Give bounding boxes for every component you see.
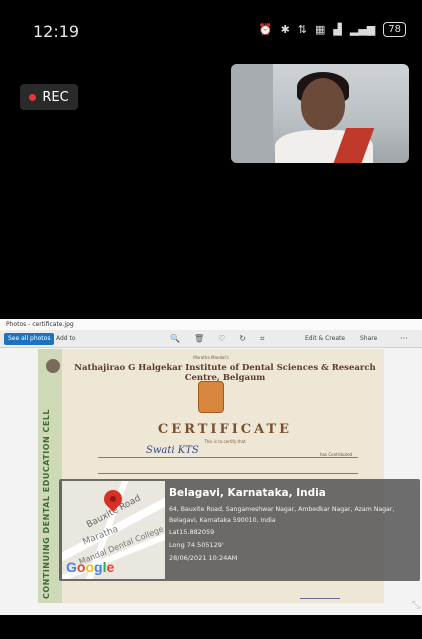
google-logo-letter: G: [66, 559, 77, 575]
certificate-detail-line: [98, 473, 358, 474]
certificate-title: CERTIFICATE: [157, 422, 293, 437]
record-dot-icon: [29, 93, 37, 101]
bluetooth-icon: ✱: [280, 23, 290, 36]
crop-icon[interactable]: ⌗: [260, 333, 265, 345]
google-logo-letter: o: [85, 559, 95, 575]
photos-window-title: Photos - certificate.jpg: [0, 319, 422, 330]
photo-tools: 🔍 🗑 ♡ ↻ ⌗: [170, 333, 265, 345]
volte-icon: ▦: [315, 23, 326, 36]
institution-emblem-icon: [198, 381, 224, 413]
see-all-photos-button[interactable]: See all photos: [4, 333, 55, 345]
location-map: Bauxite Road Maratha Mandal Dental Colle…: [62, 481, 165, 579]
certificate-contributed-text: has Contributed: [320, 452, 353, 457]
status-icons: ⏰ ✱ ⇅ ▦ ▟ ▂▄▆ 78: [259, 22, 406, 37]
zoom-icon[interactable]: 🔍: [170, 333, 180, 345]
edit-create-button[interactable]: Edit & Create: [305, 333, 345, 345]
geotag-city: Belagavi, Karnataka, India: [169, 487, 326, 499]
google-logo-letter: e: [106, 559, 115, 575]
resize-icon[interactable]: ⤡: [412, 600, 420, 611]
certificate-institution: Nathajirao G Halgekar Institute of Denta…: [74, 363, 376, 383]
status-bar: 12:19 ⏰ ✱ ⇅ ▦ ▟ ▂▄▆ 78: [0, 0, 422, 60]
share-button[interactable]: Share: [360, 333, 377, 345]
alarm-icon: ⏰: [258, 23, 273, 36]
location-pin-center: [110, 496, 116, 502]
geotag-latitude: Lat15.882059: [169, 528, 215, 536]
signature: [300, 589, 340, 599]
geotag-datetime: 28/06/2021 10:24AM: [169, 554, 238, 562]
certificate-recipient-name: Swati KTS: [146, 445, 199, 456]
certificate-name-line: [98, 457, 358, 458]
participant-video-tile[interactable]: [231, 64, 409, 163]
video-background: [231, 64, 273, 163]
delete-icon[interactable]: 🗑: [194, 333, 204, 345]
more-options-button[interactable]: ···: [400, 333, 408, 345]
participant-face: [301, 78, 345, 130]
signal-icon: ▂▄▆: [349, 23, 376, 36]
certificate-society: Maratha Mandal's: [193, 355, 229, 360]
signal-4g-icon: ▟: [333, 23, 342, 36]
geotag-address: 64, Bauxite Road, Sangameshwar Nagar, Am…: [169, 506, 395, 524]
rotate-icon[interactable]: ↻: [239, 333, 246, 345]
google-logo: Google: [66, 559, 114, 575]
geotag-longitude: Long 74.505129': [169, 541, 224, 549]
photos-toolbar: See all photos Add to 🔍 🗑 ♡ ↻ ⌗ Edit & C…: [0, 330, 422, 348]
recording-badge: REC: [20, 84, 78, 110]
data-icon: ⇅: [297, 23, 307, 36]
cell-logo-icon: [46, 359, 60, 373]
geotag-overlay: Bauxite Road Maratha Mandal Dental Colle…: [59, 479, 420, 581]
battery-icon: 78: [383, 22, 406, 37]
favorite-icon[interactable]: ♡: [218, 333, 225, 345]
rec-label: REC: [42, 89, 69, 105]
side-band-text: CONTINUING DENTAL EDUCATION CELL: [42, 408, 51, 599]
google-logo-letter: g: [94, 559, 103, 575]
certificate-certify-text: This is to certify that: [204, 439, 246, 444]
add-to-button[interactable]: Add to: [56, 333, 76, 345]
status-time: 12:19: [33, 22, 80, 41]
